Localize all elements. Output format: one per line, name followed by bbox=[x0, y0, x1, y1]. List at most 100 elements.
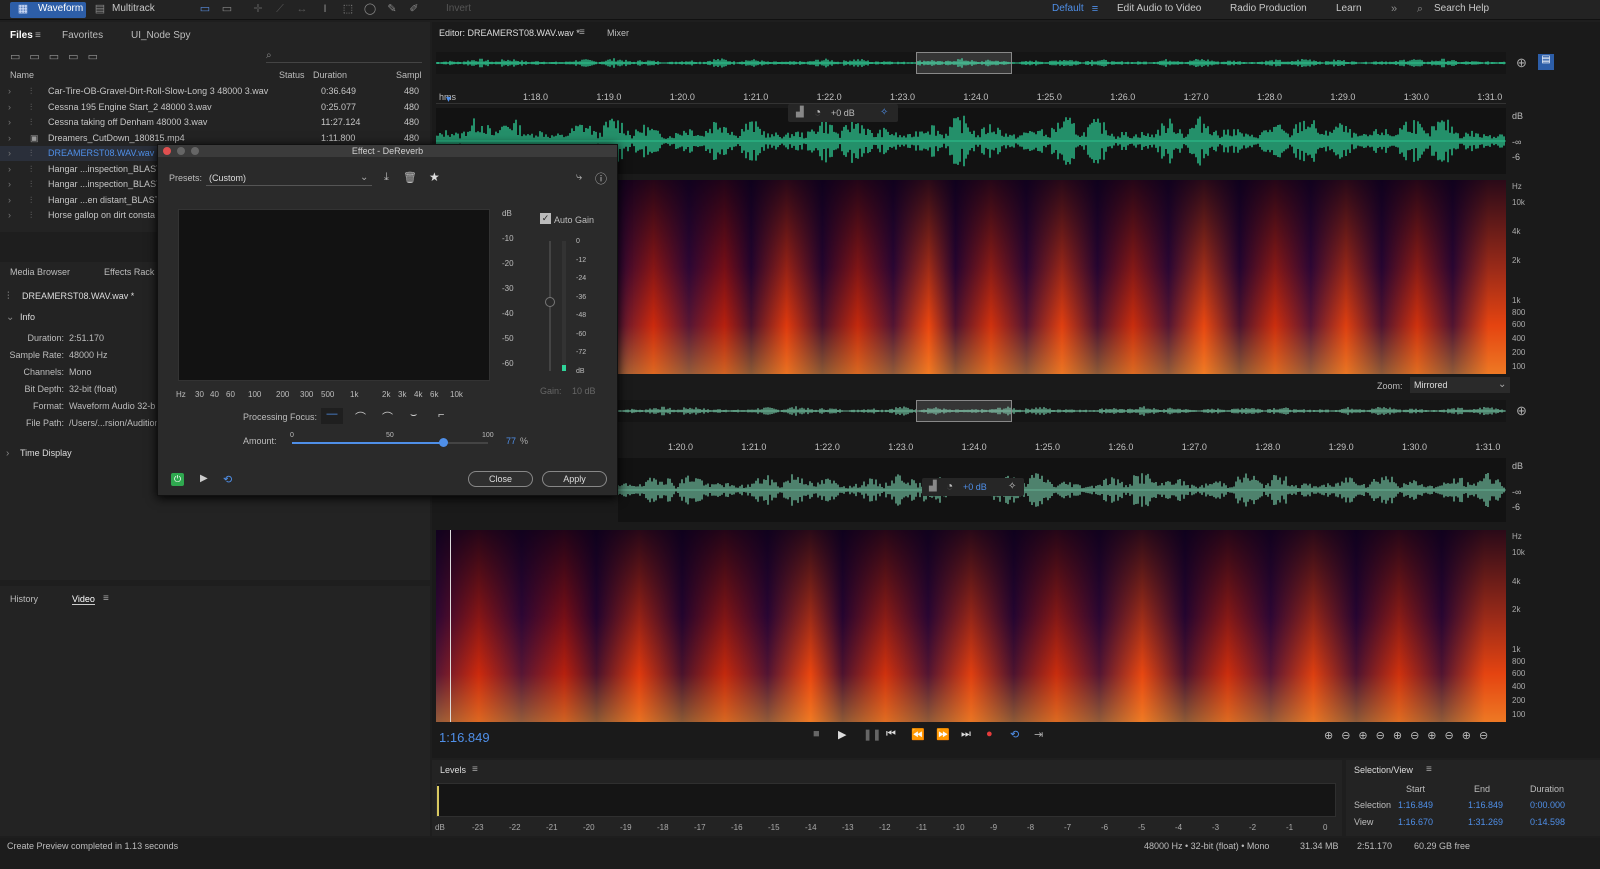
minimize-window-icon[interactable] bbox=[177, 147, 185, 155]
editor-menu-icon[interactable]: ≡ bbox=[579, 27, 585, 38]
tab-media-browser[interactable]: Media Browser bbox=[10, 267, 70, 277]
hud-gain[interactable]: ▟ ◔ +0 dB ✧ bbox=[788, 104, 898, 122]
close-button[interactable]: Close bbox=[468, 471, 533, 487]
signal-path-icon[interactable]: ⤷ bbox=[576, 171, 582, 184]
focus-high-icon[interactable]: ⌐ bbox=[438, 409, 444, 421]
brush-tool-icon[interactable]: ✎ bbox=[385, 3, 399, 15]
slip-tool-icon[interactable]: ↔ bbox=[295, 3, 309, 15]
hud-gain-value[interactable]: +0 dB bbox=[831, 108, 855, 118]
playhead-marker[interactable]: ▾ bbox=[446, 94, 451, 105]
chevron-right-icon[interactable]: › bbox=[8, 148, 11, 158]
skip-back-icon[interactable]: ⏮ bbox=[886, 728, 896, 741]
multitrack-button[interactable]: Multitrack bbox=[112, 3, 155, 14]
chevron-right-icon[interactable]: › bbox=[8, 102, 11, 112]
dialog-titlebar[interactable]: Effect - DeReverb bbox=[158, 145, 617, 157]
current-time[interactable]: 1:16.849 bbox=[439, 730, 490, 745]
play-icon[interactable]: ▶ bbox=[838, 728, 846, 741]
search-help-input[interactable]: Search Help bbox=[1434, 3, 1489, 14]
loop-icon[interactable]: ⟲ bbox=[1010, 728, 1019, 741]
chevron-down-icon[interactable]: ⌄ bbox=[6, 312, 14, 323]
editor-tab[interactable]: Editor: DREAMERST08.WAV.wav * bbox=[439, 28, 580, 38]
file-row[interactable]: › ⫶ Cessna 195 Engine Start_2 48000 3.wav 0… bbox=[0, 100, 430, 115]
column-status[interactable]: Status bbox=[279, 70, 305, 80]
chevron-right-icon[interactable]: › bbox=[8, 179, 11, 189]
pause-icon[interactable]: ❚❚ bbox=[863, 728, 881, 741]
mixer-tab[interactable]: Mixer bbox=[607, 28, 629, 38]
panel-menu-icon[interactable]: ≡ bbox=[1426, 764, 1432, 775]
file-row[interactable]: › ⫶ Cessna taking off Denham 48000 3.wav 11… bbox=[0, 115, 430, 130]
razor-tool-icon[interactable]: ⟋ bbox=[273, 3, 287, 15]
focus-low-icon[interactable]: ⌒ bbox=[355, 409, 366, 425]
preview-play-icon[interactable]: ▶ bbox=[200, 473, 208, 484]
time-selection-tool-icon[interactable]: I bbox=[318, 3, 332, 15]
tab-ui-node-spy[interactable]: UI_Node Spy bbox=[131, 30, 190, 41]
focus-low-high-icon[interactable]: ⌣ bbox=[410, 409, 417, 422]
power-toggle-icon[interactable]: ⏻ bbox=[171, 473, 184, 486]
favorite-star-icon[interactable]: ★ bbox=[429, 170, 440, 184]
chevron-right-icon[interactable]: › bbox=[8, 164, 11, 174]
column-name[interactable]: Name bbox=[10, 70, 34, 80]
tab-favorites[interactable]: Favorites bbox=[62, 30, 103, 41]
focus-mid-icon[interactable]: ⌒ bbox=[382, 409, 393, 425]
stop-icon[interactable]: ■ bbox=[813, 728, 820, 740]
focus-all-icon[interactable]: — bbox=[321, 408, 343, 424]
chevron-right-icon[interactable]: › bbox=[8, 117, 11, 127]
spot-healing-icon[interactable]: ✐ bbox=[407, 3, 421, 15]
preview-loop-icon[interactable]: ⟲ bbox=[223, 473, 232, 486]
more-workspaces-icon[interactable]: » bbox=[1387, 3, 1401, 15]
selection-start[interactable]: 1:16.849 bbox=[1398, 800, 1433, 810]
time-display-section[interactable]: Time Display bbox=[20, 448, 72, 458]
view-duration[interactable]: 0:14.598 bbox=[1530, 817, 1565, 827]
overview-waveform-2[interactable] bbox=[618, 400, 1506, 422]
overview-waveform[interactable] bbox=[436, 52, 1506, 74]
skip-forward-icon[interactable]: ⏭ bbox=[961, 728, 971, 741]
overview-view-box[interactable] bbox=[916, 52, 1012, 74]
spectrogram-top[interactable] bbox=[618, 180, 1506, 374]
files-search-field[interactable]: ⌕ bbox=[266, 50, 422, 63]
gain-knob-icon[interactable]: ◔ bbox=[946, 479, 953, 493]
amount-value[interactable]: 77 bbox=[506, 436, 516, 446]
zoom-to-fit-icon[interactable]: ⊕ bbox=[1516, 55, 1527, 71]
waveform-bottom[interactable] bbox=[618, 458, 1506, 522]
auto-gain-checkbox[interactable]: ✓ bbox=[540, 213, 551, 224]
chevron-right-icon[interactable]: › bbox=[8, 86, 11, 96]
panel-menu-icon[interactable]: ≡ bbox=[472, 764, 478, 775]
panel-menu-icon[interactable]: ≡ bbox=[35, 30, 41, 41]
amount-slider[interactable] bbox=[292, 438, 488, 447]
rewind-icon[interactable]: ⏪ bbox=[911, 728, 925, 741]
info-icon[interactable]: ⓘ bbox=[595, 170, 607, 187]
time-ruler-2[interactable]: 1:20.0 1:21.0 1:22.0 1:23.0 1:24.0 1:25.0 1:26… bbox=[618, 440, 1506, 454]
spectrogram-bottom[interactable] bbox=[436, 530, 1506, 722]
presets-select[interactable]: (Custom) ⌄ bbox=[206, 170, 372, 186]
multitrack-icon[interactable]: ▤ bbox=[93, 3, 107, 15]
delete-preset-icon[interactable]: 🗑 bbox=[403, 171, 417, 184]
spectral-display-icon[interactable]: ▭ bbox=[198, 3, 212, 15]
workspace-radio[interactable]: Radio Production bbox=[1230, 3, 1307, 14]
apply-button[interactable]: Apply bbox=[542, 471, 607, 487]
panel-toggle-icon[interactable]: ▤ bbox=[1538, 54, 1554, 70]
record-icon[interactable]: ● bbox=[986, 728, 993, 740]
selection-duration[interactable]: 0:00.000 bbox=[1530, 800, 1565, 810]
workspace-default[interactable]: Default bbox=[1052, 3, 1084, 14]
move-tool-icon[interactable]: ✛ bbox=[251, 3, 265, 15]
workspace-learn[interactable]: Learn bbox=[1336, 3, 1362, 14]
pin-icon[interactable]: ✧ bbox=[880, 107, 888, 118]
column-sample[interactable]: Sampl bbox=[396, 70, 422, 80]
zoom-controls[interactable]: ⊕⊖⊕⊖⊕⊖⊕⊖⊕⊖ bbox=[1324, 729, 1564, 745]
info-section-label[interactable]: Info bbox=[20, 312, 35, 322]
overview-view-box-2[interactable] bbox=[916, 400, 1012, 422]
column-duration[interactable]: Duration bbox=[313, 70, 347, 80]
fast-forward-icon[interactable]: ⏩ bbox=[936, 728, 950, 741]
tab-files[interactable]: Files bbox=[10, 30, 33, 41]
gain-slider-thumb[interactable] bbox=[545, 297, 555, 307]
tab-video[interactable]: Video bbox=[72, 594, 95, 605]
zoom-to-fit-icon-2[interactable]: ⊕ bbox=[1516, 403, 1527, 419]
tab-effects-rack[interactable]: Effects Rack bbox=[104, 267, 154, 277]
skip-selection-icon[interactable]: ⇥ bbox=[1034, 728, 1043, 741]
view-start[interactable]: 1:16.670 bbox=[1398, 817, 1433, 827]
gain-knob-icon[interactable]: ◔ bbox=[814, 105, 821, 119]
tab-history[interactable]: History bbox=[10, 594, 38, 604]
amount-slider-thumb[interactable] bbox=[438, 438, 448, 447]
workspace-edit-video[interactable]: Edit Audio to Video bbox=[1117, 3, 1201, 14]
file-toolbar-icons[interactable]: ▭▭▭▭▭ bbox=[10, 50, 130, 64]
